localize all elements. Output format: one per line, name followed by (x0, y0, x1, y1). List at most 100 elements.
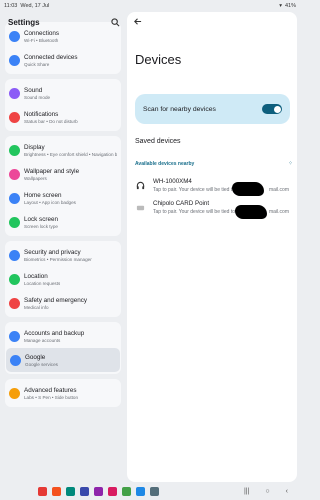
search-icon[interactable] (110, 17, 120, 27)
app-icon[interactable] (122, 486, 131, 496)
redacted-email (235, 205, 267, 219)
recents-icon[interactable]: ||| (244, 488, 249, 495)
sidebar-item-label: Advanced features (24, 386, 77, 394)
home-icon[interactable]: ○ (265, 488, 269, 495)
sidebar-item-notifications[interactable]: Notifications Status bar • Do not disturb (5, 105, 121, 129)
star-icon (9, 387, 20, 399)
wifi-icon (9, 30, 20, 42)
sun-icon (9, 144, 20, 156)
taskbar-apps (38, 486, 159, 496)
sidebar-item-security-and-privacy[interactable]: Security and privacy Biometrics • Permiss… (5, 243, 121, 267)
sidebar-item-label: Security and privacy (24, 248, 81, 256)
sidebar-item-label: Lock screen (24, 215, 58, 223)
sidebar-item-subtitle: Wallpapers (24, 175, 47, 181)
battery-level: 41% (284, 3, 296, 9)
sidebar-item-wallpaper-and-style[interactable]: Wallpaper and style Wallpapers (5, 162, 121, 186)
wifi-signal-icon: ▾ (279, 3, 282, 9)
scan-label: Scan for nearby devices (143, 105, 216, 113)
headphones-icon (135, 180, 145, 190)
device-name: WH-1000XM4 (153, 178, 192, 185)
sidebar-item-lock-screen[interactable]: Lock screen Screen lock type (5, 210, 121, 234)
devices-pane: Devices Scan for nearby devices Saved de… (127, 12, 297, 482)
wallpaper-icon (9, 168, 20, 180)
bell-icon (9, 111, 20, 123)
sidebar-item-subtitle: Screen lock type (24, 223, 58, 229)
shield-icon (9, 249, 20, 261)
app-icon[interactable] (94, 486, 103, 496)
app-icon[interactable] (38, 486, 47, 496)
sidebar-item-label: Notifications (24, 110, 59, 118)
app-icon[interactable] (66, 486, 75, 496)
sidebar-item-subtitle: Google services (25, 361, 58, 367)
sidebar-item-connected-devices[interactable]: Connected devices Quick Share (5, 48, 121, 72)
sidebar-item-home-screen[interactable]: Home screen Layout • App icon badges (5, 186, 121, 210)
sidebar-item-connections[interactable]: Connections Wi-Fi • Bluetooth (5, 24, 121, 48)
sidebar-item-label: Connected devices (24, 53, 78, 61)
device-hint: Tap to pair. Your device will be tied to… (153, 209, 290, 215)
saved-devices-heading: Saved devices (135, 138, 181, 145)
sidebar-item-subtitle: Status bar • Do not disturb (24, 118, 78, 124)
device-name: Chipolo CARD Point (153, 200, 210, 207)
device-item-chipolo[interactable]: Chipolo CARD Point Tap to pair. Your dev… (135, 200, 293, 222)
sidebar-item-subtitle: Location requests (24, 280, 61, 286)
back-arrow-icon[interactable] (133, 17, 143, 27)
available-devices-heading: Available devices nearby (135, 160, 195, 167)
sidebar-item-subtitle: Quick Share (24, 61, 50, 67)
sidebar-item-google[interactable]: Google Google services (6, 348, 120, 372)
sidebar-item-label: Display (24, 143, 45, 151)
settings-title: Settings (8, 17, 40, 27)
devices-icon (9, 54, 20, 66)
home-icon (9, 192, 20, 204)
app-icon[interactable] (80, 486, 89, 496)
sync-icon (9, 330, 20, 342)
settings-group: Accounts and backup Manage accounts Google… (5, 322, 121, 374)
settings-group: Sound Sound mode Notifications Status bar •… (5, 79, 121, 131)
sidebar-item-subtitle: Labs • S Pen • Side button (24, 394, 79, 400)
app-icon[interactable] (108, 486, 117, 496)
settings-groups: Connections Wi-Fi • Bluetooth Connected de… (0, 22, 126, 407)
google-icon (10, 354, 21, 366)
sidebar-item-advanced-features[interactable]: Advanced features Labs • S Pen • Side but… (5, 381, 121, 405)
sidebar-item-accounts-and-backup[interactable]: Accounts and backup Manage accounts (5, 324, 121, 348)
back-icon[interactable]: ‹ (286, 488, 288, 495)
device-item-wh1000xm4[interactable]: WH-1000XM4 Tap to pair. Your device will… (135, 178, 293, 200)
scan-toggle-switch[interactable] (262, 104, 282, 114)
scanning-spinner-icon: ⁘ (287, 161, 293, 167)
scan-toggle-row[interactable]: Scan for nearby devices (135, 94, 290, 124)
sidebar-item-label: Wallpaper and style (24, 167, 80, 175)
toggle-knob (273, 105, 281, 113)
sidebar-item-safety-and-emergency[interactable]: Safety and emergency Medical info (5, 291, 121, 315)
sidebar-item-subtitle: Layout • App icon badges (24, 199, 76, 205)
speaker-icon (9, 87, 20, 99)
app-icon[interactable] (136, 486, 145, 496)
app-icon[interactable] (52, 486, 61, 496)
sidebar-item-display[interactable]: Display Brightness • Eye comfort shield •… (5, 138, 121, 162)
location-icon (9, 273, 20, 285)
emergency-icon (9, 297, 20, 309)
status-date: Wed, 17 Jul (20, 3, 50, 9)
sidebar-item-location[interactable]: Location Location requests (5, 267, 121, 291)
sidebar-item-label: Home screen (24, 191, 62, 199)
app-icon[interactable] (150, 486, 159, 496)
sidebar-item-subtitle: Medical info (24, 304, 49, 310)
settings-group: Security and privacy Biometrics • Permiss… (5, 241, 121, 317)
status-bar: 11:03 Wed, 17 Jul ▾ 41% (0, 0, 300, 12)
status-time: 11:03 (4, 3, 18, 9)
sidebar-item-subtitle: Brightness • Eye comfort shield • Naviga… (24, 151, 117, 157)
redacted-email (232, 182, 264, 196)
sidebar-item-subtitle: Biometrics • Permission manager (24, 256, 92, 262)
sidebar-item-subtitle: Wi-Fi • Bluetooth (24, 37, 59, 43)
sidebar-item-label: Location (24, 272, 48, 280)
available-devices-row: Available devices nearby ⁘ (135, 160, 293, 168)
sidebar-item-sound[interactable]: Sound Sound mode (5, 81, 121, 105)
sidebar-item-label: Google (25, 353, 46, 361)
sidebar-item-subtitle: Sound mode (24, 94, 51, 100)
lock-icon (9, 216, 20, 228)
sidebar-item-label: Sound (24, 86, 43, 94)
sidebar-item-subtitle: Manage accounts (24, 337, 61, 343)
settings-list-pane: Settings Connections Wi-Fi • Bluetooth Con… (0, 12, 126, 482)
sidebar-item-label: Safety and emergency (24, 296, 88, 304)
settings-group: Display Brightness • Eye comfort shield •… (5, 136, 121, 236)
settings-group: Advanced features Labs • S Pen • Side but… (5, 379, 121, 407)
system-nav-keys: ||| ○ ‹ (244, 488, 294, 495)
